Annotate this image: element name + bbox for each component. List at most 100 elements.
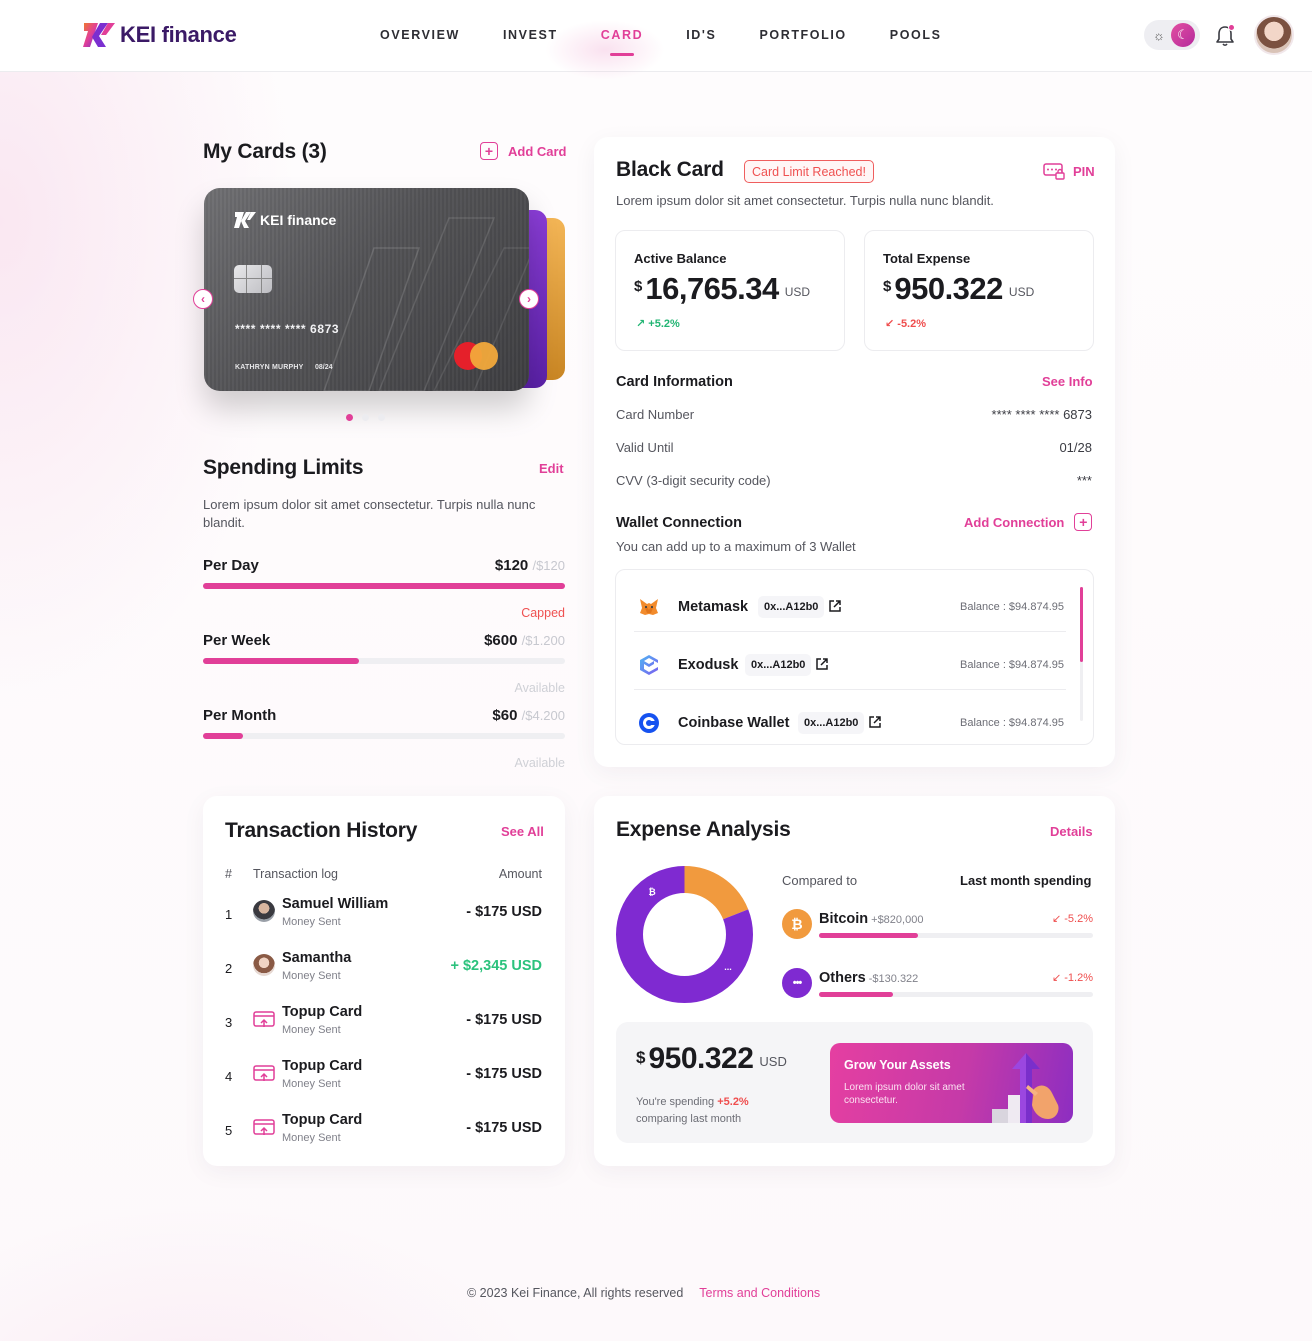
wallet-balance: Balance : $94.874.95	[960, 717, 1064, 729]
external-link-icon[interactable]	[815, 657, 829, 671]
transaction-name: Samuel William	[282, 896, 389, 912]
arrow-down-left-icon: ↙	[1051, 972, 1062, 984]
spending-prefix: You're spending	[636, 1096, 715, 1108]
moon-icon[interactable]: ☾	[1171, 23, 1195, 47]
wallet-list: Metamask 0x...A12b0 Balance : $94.874.95…	[615, 569, 1094, 745]
nav-portfolio[interactable]: PORTFOLIO	[759, 28, 846, 42]
transaction-sub: Money Sent	[282, 916, 341, 928]
add-connection-button[interactable]: Add Connection +	[964, 513, 1093, 531]
limit-row-day: Per Day $120 /$120 Capped	[203, 557, 565, 620]
transaction-amount: - $175 USD	[466, 904, 542, 920]
transaction-name: Samantha	[282, 950, 352, 966]
asset-row-others[interactable]: ••• Others -$130.322 ↙ -1.2%	[782, 968, 1093, 1000]
asset-change-value: -1.2%	[1064, 972, 1093, 984]
wallet-item[interactable]: Metamask 0x...A12b0 Balance : $94.874.95	[634, 574, 1066, 632]
carousel-dot[interactable]	[346, 414, 353, 421]
wallet-connection-description: You can add up to a maximum of 3 Wallet	[616, 539, 856, 554]
card-info-label: Card Number	[616, 407, 695, 422]
prev-card-button[interactable]: ‹	[193, 289, 213, 309]
limit-spent: $120	[494, 557, 529, 574]
brand-logo[interactable]: KEI finance	[82, 20, 237, 50]
transaction-row[interactable]: 4 Topup Card Money Sent - $175 USD	[225, 1058, 542, 1100]
coinbase-icon	[639, 713, 659, 733]
expense-change-value: -5.2%	[897, 318, 927, 330]
card-logo-icon	[234, 212, 256, 228]
total-expense-box: Total Expense $ 950.322 USD ↙ -5.2%	[864, 230, 1094, 351]
wallet-scrollbar-thumb[interactable]	[1080, 587, 1083, 662]
grow-assets-text: Lorem ipsum dolor sit amet consectetur.	[844, 1082, 965, 1106]
donut-label-others: ...	[724, 962, 732, 972]
card-info-row: Valid Until 01/28	[616, 440, 1092, 455]
nav-pools[interactable]: POOLS	[890, 28, 942, 42]
external-link-icon[interactable]	[828, 599, 842, 613]
limit-max: /$4.200	[521, 708, 565, 723]
carousel-dot[interactable]	[378, 414, 385, 421]
see-info-link[interactable]: See Info	[1042, 374, 1093, 389]
topup-card-icon	[253, 1065, 275, 1081]
theme-toggle[interactable]: ☼ ☾	[1144, 20, 1200, 50]
transaction-row[interactable]: 5 Topup Card Money Sent - $175 USD	[225, 1112, 542, 1154]
terms-link[interactable]: Terms and Conditions	[699, 1286, 820, 1300]
wallet-address[interactable]: 0x...A12b0	[758, 596, 825, 618]
wallet-scrollbar[interactable]	[1080, 587, 1083, 721]
avatar	[253, 900, 275, 922]
nav-invest[interactable]: INVEST	[503, 28, 558, 42]
row-index: 5	[225, 1123, 233, 1138]
exodus-icon	[640, 655, 658, 675]
limit-amount: $120 /$120	[495, 557, 565, 574]
grow-assets-banner[interactable]: Grow Your Assets Lorem ipsum dolor sit a…	[830, 1043, 1073, 1123]
wallet-item[interactable]: Exodusk 0x...A12b0 Balance : $94.874.95	[634, 632, 1066, 690]
expense-analysis-title: Expense Analysis	[616, 818, 791, 841]
nav-overview[interactable]: OVERVIEW	[380, 28, 460, 42]
total-expense-value: $ 950.322 USD	[883, 271, 1034, 307]
nav-card[interactable]: CARD	[601, 28, 644, 42]
add-card-button[interactable]: + Add Card	[480, 142, 567, 160]
transaction-row[interactable]: 1 Samuel William Money Sent - $175 USD	[225, 896, 542, 938]
asset-progress-fill	[819, 933, 918, 938]
wallet-name: Coinbase Wallet	[678, 715, 790, 731]
main-nav: OVERVIEW INVEST CARD ID'S PORTFOLIO POOL…	[380, 28, 985, 42]
next-card-button[interactable]: ›	[519, 289, 539, 309]
wallet-address[interactable]: 0x...A12b0	[798, 712, 865, 734]
asset-change-value: -5.2%	[1064, 913, 1093, 925]
balance-change: ↗ +5.2%	[636, 317, 680, 330]
black-card-description: Lorem ipsum dolor sit amet consectetur. …	[616, 193, 994, 208]
transaction-amount: - $175 USD	[466, 1012, 542, 1028]
nav-ids[interactable]: ID'S	[686, 28, 716, 42]
asset-progress-fill	[819, 992, 893, 997]
card-limit-badge: Card Limit Reached!	[744, 160, 874, 183]
pin-button[interactable]: PIN	[1043, 162, 1095, 180]
asset-row-bitcoin[interactable]: ₿ Bitcoin +$820,000 ↙ -5.2%	[782, 909, 1093, 941]
carousel-dots	[346, 414, 385, 421]
asset-change: ↙ -1.2%	[1052, 971, 1093, 984]
limit-label: Per Week	[203, 632, 271, 649]
transaction-row[interactable]: 3 Topup Card Money Sent - $175 USD	[225, 1004, 542, 1046]
card-chip	[234, 265, 272, 293]
carousel-dot[interactable]	[362, 414, 369, 421]
wallet-address[interactable]: 0x...A12b0	[745, 654, 812, 676]
transaction-sub: Money Sent	[282, 1024, 341, 1036]
footer: © 2023 Kei Finance, All rights reserved …	[467, 1286, 820, 1300]
balance-unit: USD	[784, 285, 811, 299]
kei-logo-icon	[83, 23, 115, 47]
bank-card-front[interactable]: KEI finance **** **** **** 6873 KATHRYN …	[204, 188, 529, 391]
spending-limits-description: Lorem ipsum dolor sit amet consectetur. …	[203, 497, 536, 530]
edit-limits-link[interactable]: Edit	[539, 461, 564, 476]
limit-state: Available	[514, 756, 565, 770]
sun-icon[interactable]: ☼	[1147, 23, 1171, 47]
transaction-name: Topup Card	[282, 1004, 363, 1020]
card-info-row: Card Number **** **** **** 6873	[616, 407, 1092, 422]
see-all-link[interactable]: See All	[501, 824, 544, 839]
currency-symbol: $	[636, 1048, 646, 1067]
asset-name-text: Others	[819, 970, 866, 986]
mastercard-icon-overlap	[470, 342, 498, 370]
plus-icon: +	[480, 142, 498, 160]
transaction-row[interactable]: 2 Samantha Money Sent + $2,345 USD	[225, 950, 542, 992]
external-link-icon[interactable]	[868, 715, 882, 729]
wallet-item[interactable]: Coinbase Wallet 0x...A12b0 Balance : $94…	[634, 690, 1066, 744]
details-link[interactable]: Details	[1050, 824, 1093, 839]
limit-progress-fill	[203, 733, 243, 739]
currency-symbol: $	[883, 278, 892, 295]
transaction-name: Topup Card	[282, 1058, 363, 1074]
user-avatar[interactable]	[1254, 15, 1294, 55]
